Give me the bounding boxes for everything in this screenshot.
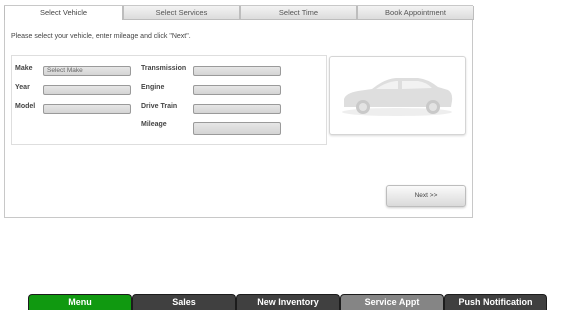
appointment-panel: Select Vehicle Select Services Select Ti…	[4, 5, 474, 218]
year-label: Year	[15, 84, 30, 91]
vehicle-form: Make Select Make Year Model Transmission…	[11, 55, 327, 145]
transmission-select[interactable]	[193, 66, 281, 76]
transmission-label: Transmission	[141, 65, 187, 72]
engine-label: Engine	[141, 84, 165, 91]
make-label: Make	[15, 65, 33, 72]
model-select[interactable]	[43, 104, 131, 114]
drive-train-select[interactable]	[193, 104, 281, 114]
car-silhouette-icon	[342, 78, 453, 116]
instructions-text: Please select your vehicle, enter mileag…	[11, 33, 191, 40]
drive-train-label: Drive Train	[141, 103, 178, 110]
nav-service-appt[interactable]: Service Appt	[340, 294, 444, 310]
nav-new-inventory[interactable]: New Inventory	[236, 294, 340, 310]
nav-sales[interactable]: Sales	[132, 294, 236, 310]
model-label: Model	[15, 103, 36, 110]
tab-select-services[interactable]: Select Services	[123, 6, 240, 20]
next-button[interactable]: Next >>	[386, 185, 466, 207]
tab-book-appointment[interactable]: Book Appointment	[357, 6, 474, 20]
nav-push-notification[interactable]: Push Notification	[444, 294, 547, 310]
wizard-tabs: Select Vehicle Select Services Select Ti…	[4, 6, 474, 20]
bottom-nav: Menu Sales New Inventory Service Appt Pu…	[28, 294, 547, 310]
make-select[interactable]: Select Make	[43, 66, 131, 76]
vehicle-image-box	[329, 56, 466, 135]
engine-select[interactable]	[193, 85, 281, 95]
year-select[interactable]	[43, 85, 131, 95]
mileage-label: Mileage	[141, 121, 167, 128]
nav-menu[interactable]: Menu	[28, 294, 132, 310]
tab-select-time[interactable]: Select Time	[240, 6, 357, 20]
mileage-input[interactable]	[193, 122, 281, 135]
tab-select-vehicle[interactable]: Select Vehicle	[4, 6, 123, 20]
